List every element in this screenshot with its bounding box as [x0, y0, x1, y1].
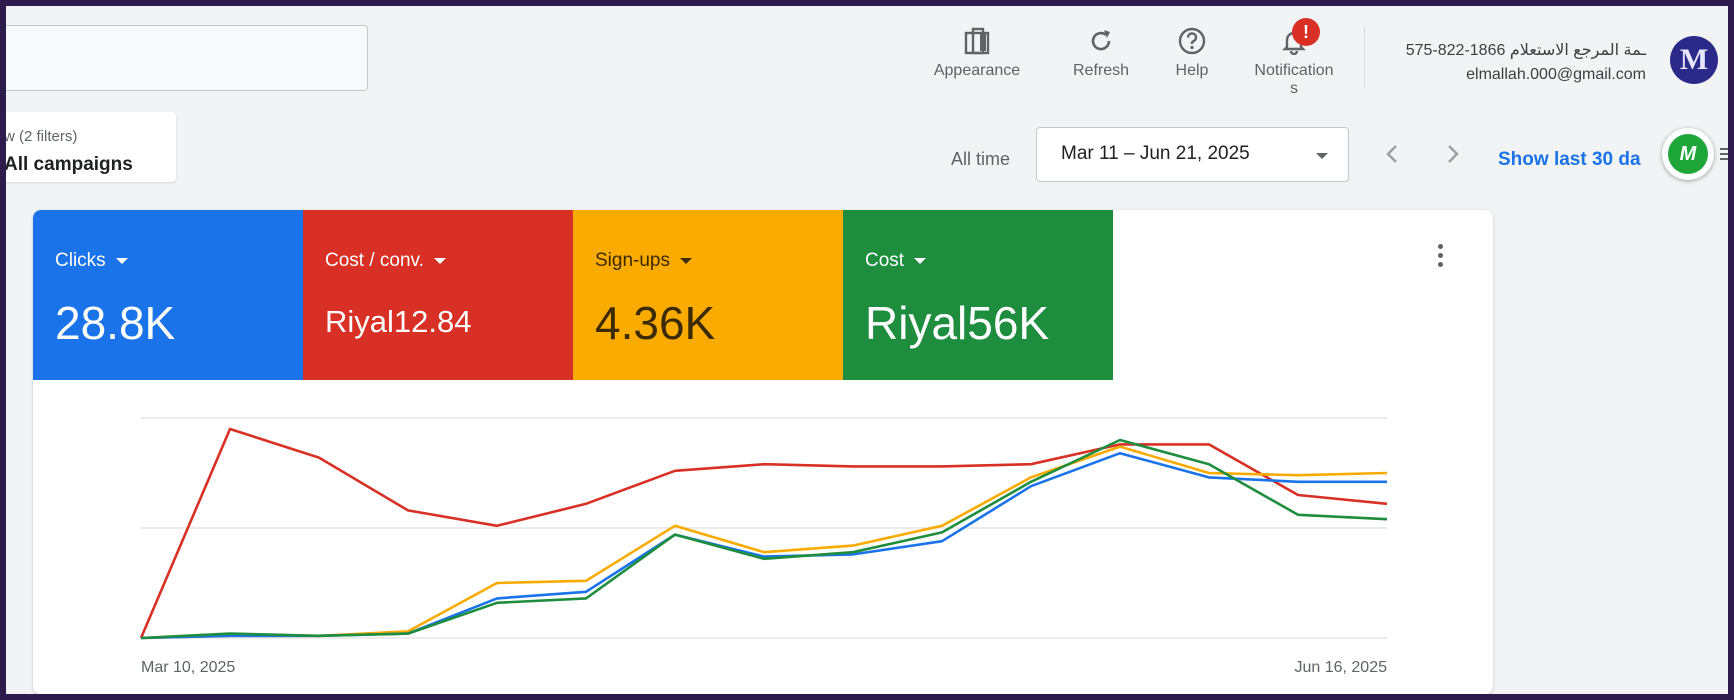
- assistant-avatar[interactable]: M: [1662, 128, 1714, 180]
- date-range-text: Mar 11 – Jun 21, 2025: [1061, 143, 1250, 164]
- refresh-icon: [1056, 26, 1146, 56]
- performance-card: Clicks 28.8K Cost / conv. Riyal12.84 Sig…: [33, 210, 1493, 694]
- refresh-button[interactable]: Refresh: [1056, 26, 1146, 80]
- caret-down-icon: [115, 258, 128, 264]
- series-line-cost-conv[interactable]: [139, 427, 1388, 639]
- caret-down-icon: [680, 258, 692, 264]
- bell-icon: !: [1240, 18, 1348, 56]
- campaign-filter-value: All campaigns: [6, 154, 133, 175]
- metric-label: Clicks: [55, 250, 106, 271]
- date-range-picker[interactable]: Mar 11 – Jun 21, 2025: [1036, 127, 1349, 182]
- refresh-label: Refresh: [1072, 62, 1130, 79]
- metric-label: Sign-ups: [595, 250, 670, 271]
- account-name: 575-822-1866 ـمة المرجع الاستعلام: [1405, 42, 1646, 59]
- show-last-30-days-link[interactable]: Show last 30 da: [1498, 149, 1658, 171]
- metric-tile-clicks[interactable]: Clicks 28.8K: [33, 210, 303, 380]
- metric-label: Cost / conv.: [325, 250, 424, 271]
- series-line-clicks[interactable]: [140, 451, 1387, 640]
- performance-line-chart: Mar 10, 2025 Jun 16, 2025: [139, 417, 1388, 676]
- toolbar-divider: [1364, 26, 1365, 88]
- notifications-button[interactable]: ! Notification s: [1240, 18, 1348, 98]
- help-button[interactable]: Help: [1164, 26, 1220, 80]
- notification-badge: !: [1292, 18, 1320, 46]
- chevron-left-icon[interactable]: [1379, 140, 1407, 168]
- appearance-button[interactable]: Appearance: [922, 26, 1032, 80]
- chevron-down-icon: [1316, 153, 1328, 159]
- notifications-label: Notification s: [1254, 62, 1334, 97]
- metric-label: Cost: [865, 250, 905, 271]
- help-label: Help: [1175, 62, 1209, 79]
- metric-value: 4.36K: [595, 297, 716, 349]
- metric-tile-cost[interactable]: Cost Riyal56K: [843, 210, 1113, 380]
- metric-tile-cost-per-conv[interactable]: Cost / conv. Riyal12.84: [303, 210, 573, 380]
- menu-icon[interactable]: [1720, 148, 1728, 162]
- date-preset-label: All time: [951, 149, 1011, 169]
- caret-down-icon: [433, 258, 446, 264]
- assistant-avatar-letter: M: [1668, 134, 1708, 174]
- app-frame: Appearance Refresh Help ! Notification s…: [6, 6, 1728, 694]
- x-axis-end-label: Jun 16, 2025: [1294, 659, 1387, 676]
- more-options-icon[interactable]: [1438, 244, 1444, 271]
- campaign-filter[interactable]: w (2 filters) All campaigns: [6, 112, 176, 182]
- metric-value: 28.8K: [55, 297, 176, 349]
- chevron-right-icon[interactable]: [1438, 140, 1466, 168]
- x-axis-start-label: Mar 10, 2025: [141, 659, 235, 676]
- metric-tile-sign-ups[interactable]: Sign-ups 4.36K: [573, 210, 843, 380]
- account-email: elmallah.000@gmail.com: [1466, 66, 1646, 83]
- account-avatar[interactable]: M: [1670, 36, 1718, 84]
- account-info[interactable]: 575-822-1866 ـمة المرجع الاستعلام elmall…: [1406, 39, 1646, 87]
- search-input[interactable]: [6, 25, 368, 91]
- filter-count-label: w (2 filters): [6, 128, 78, 145]
- metric-value: Riyal12.84: [325, 304, 472, 339]
- metric-value: Riyal56K: [865, 297, 1050, 349]
- help-icon: [1164, 26, 1220, 56]
- caret-down-icon: [914, 258, 927, 264]
- appearance-icon: [922, 26, 1032, 56]
- appearance-label: Appearance: [933, 62, 1021, 79]
